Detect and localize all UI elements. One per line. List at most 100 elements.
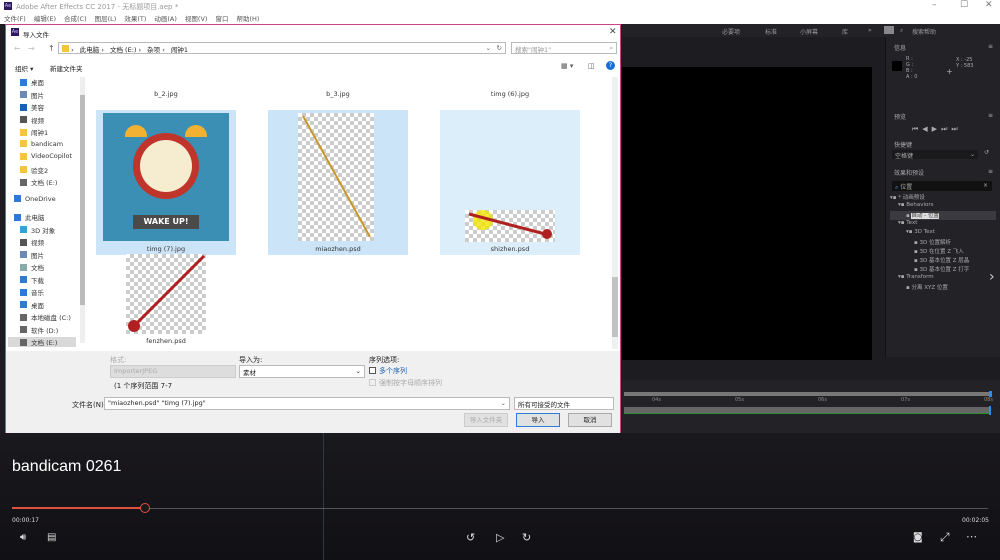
- panel-menu-icon[interactable]: ≡: [988, 168, 993, 175]
- import-folder-button[interactable]: 导入文件夹: [464, 413, 508, 427]
- sidebar-item[interactable]: 下载: [20, 275, 44, 285]
- sidebar-item[interactable]: 本地磁盘 (C:): [20, 312, 71, 322]
- import-as-dropdown[interactable]: 素材 ⌄: [239, 365, 365, 378]
- sidebar-item[interactable]: 图片: [20, 90, 44, 100]
- panel-menu-icon[interactable]: ≡: [988, 43, 993, 50]
- chevron-down-icon[interactable]: ⌄: [486, 44, 491, 52]
- address-bar[interactable]: › 此电脑 › 文档 (E:) › 杂项 › 闹钟1 ⌄ ↻: [58, 42, 506, 54]
- multi-sequence-label[interactable]: 多个序列: [379, 366, 407, 376]
- effects-tree-item[interactable]: ▪ 3D 位置解析: [890, 238, 996, 247]
- menu-window[interactable]: 窗口: [215, 13, 228, 23]
- close-button[interactable]: ✕: [985, 0, 993, 10]
- file-item-selected[interactable]: miaozhen.psd: [268, 110, 408, 255]
- format-dropdown[interactable]: ImporterJPEG: [110, 365, 236, 378]
- sidebar-item[interactable]: 文档 (E:): [20, 177, 57, 187]
- more-workspaces-button[interactable]: »: [868, 27, 872, 34]
- organize-button[interactable]: 组织 ▾: [15, 63, 33, 73]
- chevron-right-icon[interactable]: ›: [989, 269, 995, 285]
- sidebar-item[interactable]: 桌面: [20, 300, 44, 310]
- menu-animation[interactable]: 动画(A): [154, 13, 177, 23]
- effects-tree-item[interactable]: ▾▪ Transform: [890, 274, 996, 283]
- more-options-icon[interactable]: ⋯: [966, 530, 977, 543]
- work-area-bar[interactable]: [624, 392, 989, 396]
- workspace-toggle[interactable]: [884, 26, 894, 34]
- effects-tree-item[interactable]: ▪ 自动 - 位置: [890, 211, 996, 220]
- effects-tree-item[interactable]: ▾▪ * 动画预设: [890, 193, 996, 202]
- fullscreen-icon[interactable]: ⤢: [940, 530, 950, 545]
- breadcrumb-item[interactable]: 杂项: [147, 46, 160, 54]
- panel-menu-icon[interactable]: ≡: [988, 112, 993, 119]
- menu-view[interactable]: 视图(V): [185, 13, 208, 23]
- forward-30-icon[interactable]: ↻: [522, 531, 531, 544]
- sidebar-item[interactable]: 文档 (E:): [8, 337, 76, 347]
- playback-controls[interactable]: ⏮◀▶⏭⏭: [912, 125, 962, 134]
- reset-icon[interactable]: ↺: [984, 149, 989, 156]
- time-ruler[interactable]: 04s 05s 06s 07s 08s: [622, 397, 1000, 405]
- clear-icon[interactable]: ×: [983, 182, 988, 189]
- file-item-selected[interactable]: WAKE UP! timg (7).jpg: [96, 110, 236, 255]
- file-grid-scrollbar[interactable]: [612, 77, 618, 349]
- sidebar-item[interactable]: 3D 对象: [20, 225, 55, 235]
- sidebar-item[interactable]: bandicam: [20, 140, 63, 148]
- sidebar-item[interactable]: 文档: [20, 262, 44, 272]
- menu-composition[interactable]: 合成(C): [64, 13, 87, 23]
- help-icon[interactable]: ?: [606, 61, 615, 70]
- file-item[interactable]: timg (6).jpg: [440, 75, 580, 100]
- filename-input[interactable]: "miaozhen.psd" "timg (7).jpg" ⌄: [104, 397, 510, 410]
- shortcut-dropdown[interactable]: 空格键 ⌄: [892, 150, 978, 160]
- multi-sequence-checkbox[interactable]: [369, 367, 376, 374]
- effects-tree-item[interactable]: ▪ 3D 在位置 Z 飞入: [890, 247, 996, 256]
- subtitles-icon[interactable]: ▤: [47, 532, 56, 543]
- sidebar-item[interactable]: 此电脑: [14, 212, 45, 222]
- sidebar-item[interactable]: 验变2: [20, 165, 48, 175]
- breadcrumb-item[interactable]: 闹钟1: [171, 46, 188, 54]
- breadcrumb-item[interactable]: 文档 (E:): [110, 46, 136, 54]
- effects-tree-item[interactable]: ▪ 分离 XYZ 位置: [890, 283, 996, 292]
- menu-layer[interactable]: 图层(L): [95, 13, 117, 23]
- up-button[interactable]: ↑: [48, 44, 55, 53]
- seek-bar[interactable]: [12, 508, 988, 509]
- sidebar-item[interactable]: 音乐: [20, 287, 44, 297]
- menu-file[interactable]: 文件(F): [4, 13, 26, 23]
- preview-pane-icon[interactable]: ◫: [588, 62, 595, 70]
- back-button[interactable]: ←: [14, 44, 21, 53]
- menu-effect[interactable]: 效果(T): [124, 13, 146, 23]
- sidebar-item[interactable]: 图片: [20, 250, 44, 260]
- effects-tree-item[interactable]: ▾▪ Behaviors: [890, 202, 996, 211]
- force-alpha-checkbox[interactable]: [369, 379, 376, 386]
- play-icon[interactable]: ▷: [496, 531, 504, 544]
- effects-tree-item[interactable]: ▪ 3D 基本位置 Z 打字: [890, 265, 996, 274]
- breadcrumb-item[interactable]: 此电脑: [80, 46, 100, 54]
- sidebar-item[interactable]: 桌面: [20, 77, 44, 87]
- help-search-input[interactable]: 搜索帮助: [912, 27, 936, 36]
- effects-tree-item[interactable]: ▪ 3D 基本位置 Z 层晶: [890, 256, 996, 265]
- new-folder-button[interactable]: 新建文件夹: [50, 63, 83, 73]
- file-item-selected[interactable]: shizhen.psd: [440, 110, 580, 255]
- playhead[interactable]: [989, 406, 991, 415]
- forward-button[interactable]: →: [28, 44, 35, 53]
- folder-search-input[interactable]: 搜索"闹钟1" ⌕: [511, 42, 617, 54]
- filetype-dropdown[interactable]: 所有可接受的文件 (*.prproj;*.a: [514, 397, 614, 410]
- layer-bar[interactable]: [624, 407, 989, 414]
- menu-help[interactable]: 帮助(H): [236, 13, 259, 23]
- file-item[interactable]: b_3.jpg: [268, 75, 408, 100]
- effects-search-input[interactable]: ⌕ 位置 ×: [892, 181, 992, 191]
- dialog-close-button[interactable]: ✕: [609, 27, 617, 37]
- rewind-10-icon[interactable]: ↺: [466, 531, 475, 544]
- sidebar-item[interactable]: VideoCopilot: [20, 152, 72, 160]
- seek-thumb[interactable]: [139, 503, 150, 513]
- workspace-library[interactable]: 库: [842, 27, 848, 36]
- menu-edit[interactable]: 编辑(E): [34, 13, 56, 23]
- maximize-button[interactable]: ☐: [960, 0, 968, 10]
- sidebar-item[interactable]: 闹钟1: [20, 127, 48, 137]
- view-options-icon[interactable]: ▦ ▾: [561, 62, 573, 70]
- mini-view-icon[interactable]: ◙: [913, 532, 923, 543]
- sidebar-item[interactable]: 视频: [20, 237, 44, 247]
- workspace-essentials[interactable]: 必要项: [722, 27, 740, 36]
- import-button[interactable]: 导入: [516, 413, 560, 427]
- sidebar-item[interactable]: 软件 (D:): [20, 325, 58, 335]
- volume-icon[interactable]: 🔊︎: [20, 532, 26, 543]
- sidebar-scrollbar[interactable]: [80, 77, 85, 343]
- sidebar-item[interactable]: OneDrive: [14, 195, 56, 203]
- sidebar-item[interactable]: 视频: [20, 115, 44, 125]
